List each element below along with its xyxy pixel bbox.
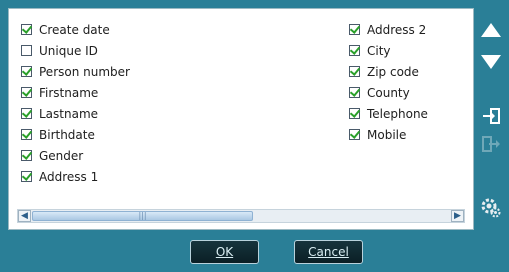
field-label: County	[367, 85, 410, 100]
field-item[interactable]: Lastname	[21, 103, 130, 124]
export-icon	[482, 136, 500, 152]
field-item[interactable]: Create date	[21, 19, 130, 40]
field-column-right: Address 2 City Zip code County Telephone…	[349, 19, 428, 145]
field-label: City	[367, 43, 391, 58]
ok-label: OK	[215, 245, 234, 259]
field-label: Address 1	[39, 169, 99, 184]
field-item[interactable]: Mobile	[349, 124, 428, 145]
checkbox[interactable]	[21, 66, 32, 77]
checkbox[interactable]	[349, 45, 360, 56]
settings-gear-icon	[481, 198, 501, 218]
checkbox[interactable]	[349, 66, 360, 77]
checkbox[interactable]	[349, 108, 360, 119]
field-item[interactable]: Address 2	[349, 19, 428, 40]
checkbox[interactable]	[21, 108, 32, 119]
field-label: Address 2	[367, 22, 427, 37]
move-down-button[interactable]	[479, 50, 503, 74]
export-button[interactable]	[479, 132, 503, 156]
grip-icon: |||	[138, 211, 147, 220]
field-column-left: Create date Unique ID Person number Firs…	[21, 19, 130, 187]
checkbox[interactable]	[21, 171, 32, 182]
field-item[interactable]: Unique ID	[21, 40, 130, 61]
move-up-button[interactable]	[479, 18, 503, 42]
import-button[interactable]	[479, 104, 503, 128]
import-icon	[483, 108, 500, 124]
field-item[interactable]: Person number	[21, 61, 130, 82]
settings-button[interactable]	[479, 196, 503, 220]
field-label: Firstname	[39, 85, 99, 100]
checkbox[interactable]	[349, 24, 360, 35]
field-label: Telephone	[367, 106, 428, 121]
triangle-up-icon	[481, 23, 501, 37]
scroll-thumb[interactable]: |||	[32, 211, 253, 221]
field-label: Mobile	[367, 127, 407, 142]
field-label: Create date	[39, 22, 110, 37]
field-label: Gender	[39, 148, 84, 163]
field-item[interactable]: Telephone	[349, 103, 428, 124]
field-label: Birthdate	[39, 127, 95, 142]
cancel-label: Cancel	[308, 245, 349, 259]
field-item[interactable]: Firstname	[21, 82, 130, 103]
field-item[interactable]: Gender	[21, 145, 130, 166]
field-item[interactable]: County	[349, 82, 428, 103]
field-label: Lastname	[39, 106, 99, 121]
field-item[interactable]: Birthdate	[21, 124, 130, 145]
field-label: Unique ID	[39, 43, 98, 58]
checkbox[interactable]	[21, 24, 32, 35]
field-item[interactable]: Address 1	[21, 166, 130, 187]
horizontal-scrollbar[interactable]: ◀ ||| ▶	[17, 209, 465, 223]
field-list-panel: Create date Unique ID Person number Firs…	[8, 8, 474, 230]
checkbox[interactable]	[21, 87, 32, 98]
checkbox[interactable]	[21, 150, 32, 161]
field-item[interactable]: Zip code	[349, 61, 428, 82]
triangle-down-icon	[481, 55, 501, 69]
checkbox[interactable]	[349, 129, 360, 140]
scroll-right-icon[interactable]: ▶	[451, 210, 464, 222]
checkbox[interactable]	[349, 87, 360, 98]
cancel-button[interactable]: Cancel	[294, 240, 363, 264]
checkbox[interactable]	[21, 129, 32, 140]
field-item[interactable]: City	[349, 40, 428, 61]
checkbox[interactable]	[21, 45, 32, 56]
ok-button[interactable]: OK	[190, 240, 259, 264]
scroll-left-icon[interactable]: ◀	[18, 210, 31, 222]
field-label: Zip code	[367, 64, 419, 79]
field-label: Person number	[39, 64, 130, 79]
